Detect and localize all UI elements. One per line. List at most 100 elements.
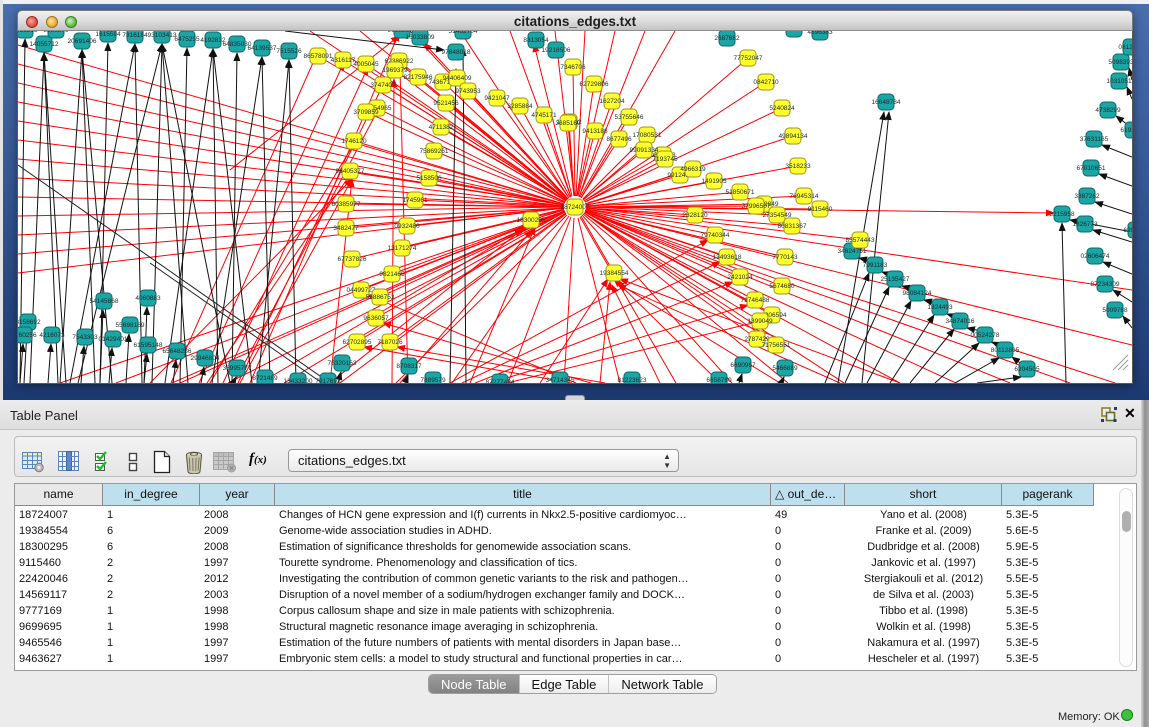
svg-text:3158692: 3158692 [18, 319, 41, 326]
svg-text:5240824: 5240824 [769, 105, 795, 112]
svg-text:2687682: 2687682 [714, 35, 740, 42]
svg-text:9413186: 9413186 [582, 128, 608, 135]
svg-text:75869261: 75869261 [420, 148, 449, 155]
svg-text:7770143: 7770143 [772, 254, 798, 261]
svg-text:3709859: 3709859 [353, 109, 379, 116]
svg-text:99091334: 99091334 [630, 147, 659, 154]
svg-text:1031051: 1031051 [1106, 78, 1132, 85]
svg-text:7917693: 7917693 [315, 378, 341, 383]
svg-text:3285884: 3285884 [507, 103, 533, 110]
svg-text:5466889: 5466889 [772, 365, 798, 372]
svg-text:51462704: 51462704 [449, 31, 478, 35]
svg-text:87234309: 87234309 [1091, 281, 1120, 288]
svg-text:60385977: 60385977 [332, 201, 361, 208]
svg-text:97848018: 97848018 [442, 49, 471, 56]
svg-text:96405377: 96405377 [336, 168, 365, 175]
svg-text:13433200: 13433200 [284, 378, 313, 383]
svg-text:5009788: 5009788 [1102, 307, 1128, 314]
svg-text:7543303: 7543303 [72, 334, 98, 341]
svg-text:4738299: 4738299 [1095, 107, 1121, 114]
svg-text:18300295: 18300295 [517, 217, 546, 224]
svg-text:53755646: 53755646 [615, 114, 644, 121]
svg-text:8386379: 8386379 [43, 31, 69, 34]
svg-text:19218506: 19218506 [542, 47, 571, 54]
svg-text:29946804: 29946804 [191, 355, 220, 362]
svg-text:7515526: 7515526 [276, 48, 302, 55]
svg-text:4966319: 4966319 [680, 166, 706, 173]
svg-text:7187026: 7187026 [377, 339, 403, 346]
svg-text:1615594: 1615594 [95, 31, 121, 38]
svg-text:94406409: 94406409 [443, 75, 472, 82]
svg-text:1824493: 1824493 [927, 304, 953, 311]
svg-text:9521456: 9521456 [433, 100, 459, 107]
svg-text:16033809: 16033809 [406, 34, 435, 41]
svg-text:6998543: 6998543 [1123, 227, 1132, 234]
svg-text:7889579: 7889579 [420, 377, 446, 383]
svg-text:19384554: 19384554 [600, 270, 629, 277]
svg-text:13171274: 13171274 [388, 245, 417, 252]
svg-text:2328120: 2328120 [682, 212, 708, 219]
svg-text:36995777: 36995777 [223, 365, 252, 372]
svg-text:77752047: 77752047 [734, 55, 763, 62]
svg-text:0433218: 0433218 [18, 31, 38, 34]
svg-text:13493618: 13493618 [713, 254, 742, 261]
svg-text:85574443: 85574443 [846, 237, 875, 244]
svg-text:9636057: 9636057 [363, 315, 389, 322]
svg-text:51850671: 51850671 [726, 189, 755, 196]
svg-text:9821465: 9821465 [379, 271, 405, 278]
svg-text:76320163: 76320163 [328, 360, 357, 367]
svg-text:7991183: 7991183 [863, 262, 888, 269]
svg-text:4745171: 4745171 [531, 112, 557, 119]
svg-text:87277434: 87277434 [486, 379, 515, 383]
svg-text:4060883: 4060883 [135, 295, 161, 302]
svg-text:67010651: 67010651 [1077, 165, 1106, 172]
svg-text:34714345: 34714345 [546, 377, 575, 383]
svg-text:62702895: 62702895 [343, 339, 372, 346]
svg-text:6475255: 6475255 [174, 36, 200, 43]
svg-text:49894134: 49894134 [779, 133, 808, 140]
svg-text:7182278: 7182278 [781, 31, 807, 33]
svg-text:71756551: 71756551 [762, 342, 791, 349]
svg-text:79740344: 79740344 [701, 232, 730, 239]
svg-text:1326773: 1326773 [1072, 221, 1098, 228]
svg-text:16648784: 16648784 [872, 99, 901, 106]
svg-text:80831367: 80831367 [778, 223, 807, 230]
svg-text:1745961: 1745961 [402, 197, 428, 204]
svg-text:1399049: 1399049 [747, 318, 773, 325]
svg-text:61595148: 61595148 [134, 342, 163, 349]
svg-text:64139537: 64139537 [248, 45, 277, 52]
svg-text:2260256: 2260256 [18, 332, 37, 339]
svg-text:4316117: 4316117 [331, 57, 356, 64]
svg-text:6690967: 6690967 [730, 362, 756, 369]
svg-text:9421047: 9421047 [484, 95, 510, 102]
svg-text:01429401: 01429401 [99, 336, 128, 343]
svg-text:0812191: 0812191 [1118, 44, 1132, 51]
svg-text:1627204: 1627204 [599, 98, 625, 105]
svg-text:0932480: 0932480 [394, 223, 420, 230]
svg-text:86578091: 86578091 [304, 53, 333, 60]
svg-text:2421024: 2421024 [727, 274, 753, 281]
svg-text:76945314: 76945314 [790, 193, 819, 200]
svg-text:1746120: 1746120 [341, 138, 367, 145]
svg-text:02606474: 02606474 [1081, 253, 1110, 260]
svg-text:55698169: 55698169 [116, 322, 145, 329]
svg-text:0842710: 0842710 [753, 79, 779, 86]
svg-text:3685160: 3685160 [555, 120, 581, 127]
svg-text:3482477: 3482477 [333, 225, 359, 232]
svg-text:20691406: 20691406 [68, 38, 97, 45]
svg-text:80112805: 80112805 [991, 347, 1020, 354]
svg-text:98084124: 98084124 [903, 290, 932, 297]
svg-text:3518233: 3518233 [785, 163, 811, 170]
svg-text:3215958: 3215958 [1049, 211, 1075, 218]
svg-text:4005045: 4005045 [353, 61, 379, 68]
svg-text:71746488: 71746488 [741, 297, 770, 304]
svg-text:3387262: 3387262 [1074, 193, 1100, 200]
svg-text:67737826: 67737826 [338, 256, 367, 263]
svg-text:37996507: 37996507 [742, 203, 771, 210]
svg-text:5098393: 5098393 [1108, 59, 1132, 66]
svg-text:62729806: 62729806 [580, 81, 609, 88]
svg-text:93103413: 93103413 [148, 32, 177, 39]
svg-text:14055712: 14055712 [30, 41, 59, 48]
svg-text:5158506: 5158506 [416, 175, 442, 182]
svg-text:7816184: 7816184 [122, 32, 148, 39]
